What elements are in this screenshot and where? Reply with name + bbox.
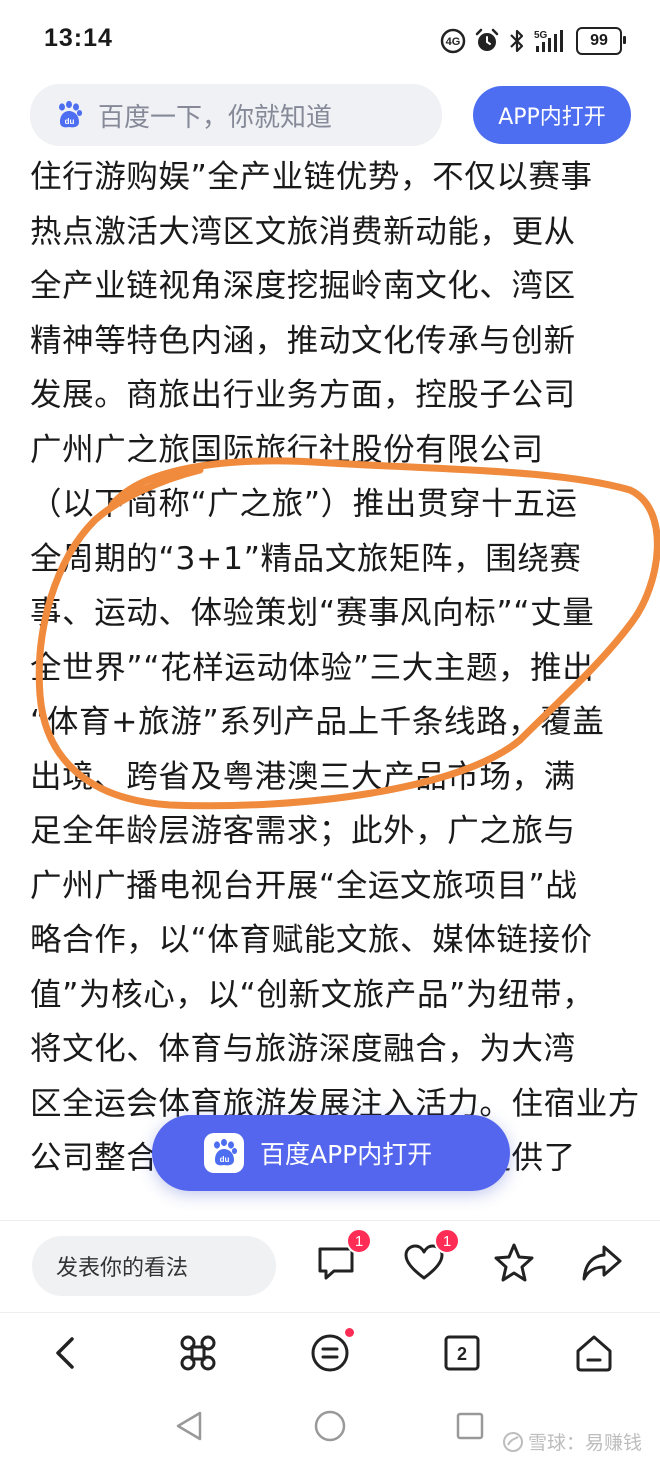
- floating-button-label: 百度APP内打开: [260, 1140, 433, 1169]
- article-line: 住行游购娱”全产业链优势，不仅以赛事: [30, 159, 593, 195]
- article-line: 广州广播电视台开展“全运文旅项目”战: [30, 867, 578, 904]
- article-line: 热点激活大湾区文旅消费新动能，更从: [30, 213, 576, 250]
- article-line: （以下简称“广之旅”）推出贯穿十五运: [30, 486, 578, 522]
- article-line: 精神等特色内涵，推动文化传承与创新: [30, 322, 576, 359]
- article-line: 足全年龄层游客需求；此外，广之旅与: [30, 813, 576, 849]
- status-bar: 13:14 4G 5G 99: [0, 0, 660, 82]
- chevron-left-icon: [56, 1337, 74, 1369]
- article-line: 将文化、体育与旅游深度融合，为大湾: [30, 1031, 576, 1067]
- watermark: 雪球：易赚钱: [502, 1428, 642, 1455]
- xueqiu-logo-icon: [502, 1431, 523, 1452]
- triangle-back-icon: [176, 1411, 202, 1441]
- notification-dot: [345, 1328, 354, 1337]
- tabs-icon: 2: [444, 1335, 480, 1371]
- menu-button[interactable]: [308, 1328, 354, 1375]
- like-button[interactable]: 1: [402, 1228, 460, 1285]
- circle-home-icon: [314, 1410, 346, 1442]
- baidu-app-icon: du: [204, 1133, 244, 1173]
- system-recents-button[interactable]: [452, 1408, 488, 1444]
- menu-circle-icon: [311, 1334, 349, 1372]
- bluetooth-icon: [510, 29, 524, 53]
- svg-text:du: du: [220, 1155, 230, 1164]
- floating-open-app-button[interactable]: du 百度APP内打开: [152, 1115, 510, 1191]
- star-icon: [494, 1243, 534, 1282]
- article-line: 发展。商旅出行业务方面，控股子公司: [30, 377, 576, 413]
- alarm-icon: [475, 28, 499, 51]
- comment-bar: 发表你的看法 1 1: [0, 1220, 660, 1313]
- baidu-paw-icon: du: [59, 100, 83, 128]
- article-line: 全周期的“3+1”精品文旅矩阵，围绕赛: [30, 540, 582, 577]
- signal-5g-icon: 5G: [534, 30, 563, 52]
- svg-text:4G: 4G: [446, 36, 461, 48]
- command-icon: [180, 1335, 216, 1371]
- article-line: 略合作，以“体育赋能文旅、媒体链接价: [30, 922, 593, 958]
- article-line: 全世界”“花样运动体验”三大主题，推出: [30, 649, 595, 686]
- baidu-paw-icon: du: [214, 1138, 238, 1166]
- browser-nav: 2: [0, 1312, 660, 1393]
- svg-text:du: du: [65, 117, 75, 126]
- article-line: 出境、跨省及粤港澳三大产品市场，满: [30, 758, 576, 795]
- comment-button[interactable]: 1: [314, 1228, 372, 1285]
- article-line: 全产业链视角深度挖掘岭南文化、湾区: [30, 268, 576, 304]
- share-icon: [582, 1245, 622, 1281]
- clock: 13:14: [44, 24, 113, 52]
- battery-indicator: 99: [576, 27, 626, 55]
- open-in-app-button[interactable]: APP内打开: [473, 86, 631, 144]
- system-back-button[interactable]: [172, 1408, 208, 1444]
- favorite-button[interactable]: [492, 1241, 536, 1285]
- comment-count-badge: 1: [346, 1228, 372, 1254]
- svg-text:5G: 5G: [534, 30, 548, 41]
- home-icon: [576, 1335, 612, 1372]
- watermark-text: 雪球：易赚钱: [527, 1432, 642, 1454]
- search-placeholder: 百度一下，你就知道: [98, 102, 333, 133]
- status-icons: 4G 5G 99: [440, 26, 626, 56]
- apps-button[interactable]: [176, 1331, 220, 1375]
- article-line: 事、运动、体验策划“赛事风向标”“丈量: [30, 595, 595, 631]
- like-count-badge: 1: [434, 1228, 460, 1254]
- share-button[interactable]: [580, 1241, 624, 1285]
- search-bar[interactable]: du 百度一下，你就知道: [30, 84, 442, 146]
- home-button[interactable]: [572, 1331, 616, 1375]
- square-recents-icon: [456, 1412, 484, 1440]
- article-line: “体育+旅游”系列产品上千条线路，覆盖: [30, 704, 605, 740]
- system-home-button[interactable]: [312, 1408, 348, 1444]
- hd-call-icon: 4G: [440, 28, 466, 54]
- article-body: 住行游购娱”全产业链优势，不仅以赛事 热点激活大湾区文旅消费新动能，更从 全产业…: [30, 150, 640, 1220]
- svg-text:2: 2: [457, 1344, 467, 1364]
- back-button[interactable]: [44, 1331, 88, 1375]
- article-line: 值”为核心，以“创新文旅产品”为纽带，: [30, 976, 595, 1013]
- article-line: 广州广之旅国际旅行社股份有限公司: [30, 431, 544, 468]
- comment-input[interactable]: 发表你的看法: [32, 1236, 276, 1296]
- tabs-button[interactable]: 2: [440, 1331, 484, 1375]
